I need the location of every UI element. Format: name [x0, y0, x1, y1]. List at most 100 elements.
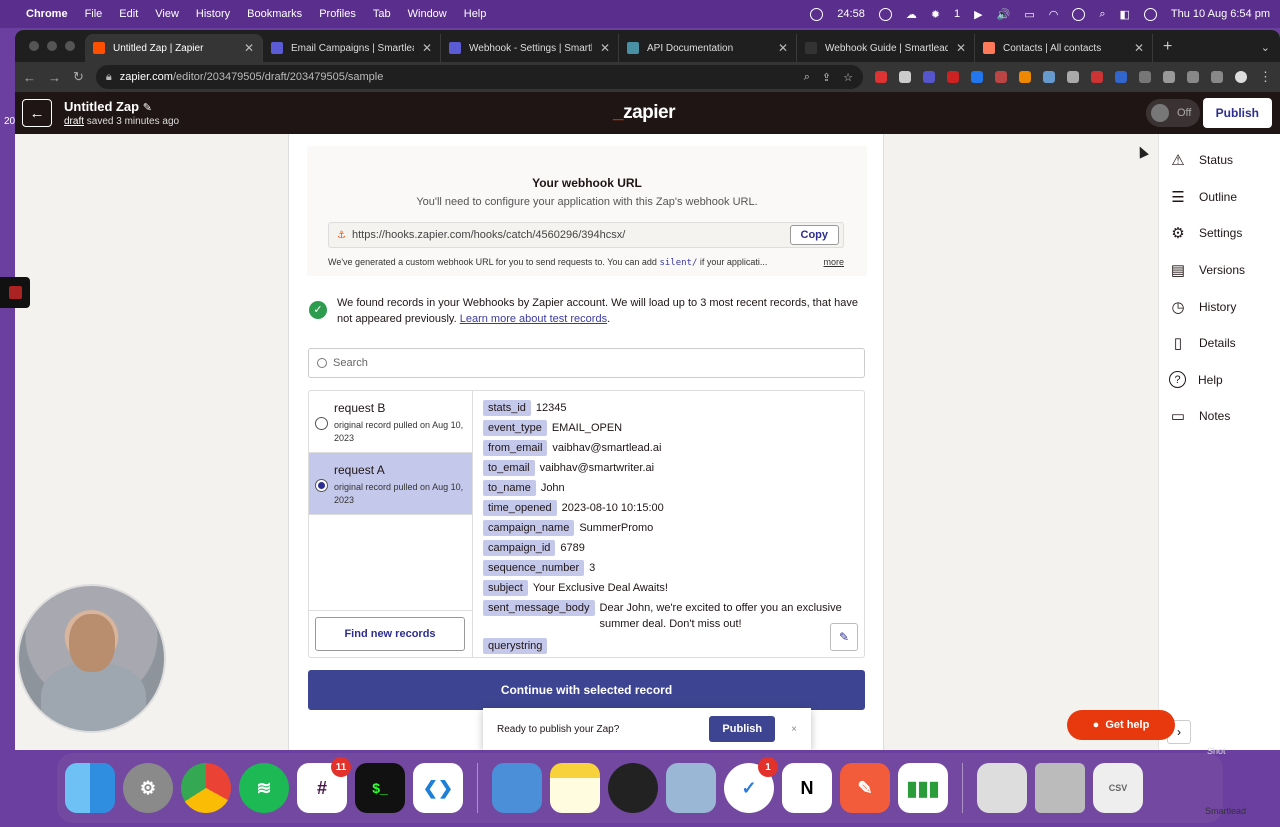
eyedropper-extension-icon[interactable] [899, 71, 911, 83]
edit-pencil-button[interactable]: ✎ [830, 623, 858, 651]
zoom-window-button[interactable] [65, 41, 75, 51]
zap-on-off-toggle[interactable]: Off [1146, 99, 1200, 127]
new-tab-button[interactable]: + [1153, 38, 1182, 62]
csv-file-icon[interactable]: CSV [1093, 763, 1143, 813]
close-tab-icon[interactable]: ✕ [422, 41, 432, 55]
sidebar-item-history[interactable]: ◷ History [1159, 288, 1280, 325]
vscode-icon[interactable]: ❮❯ [413, 763, 463, 813]
publish-button[interactable]: Publish [1202, 98, 1272, 128]
menu-history[interactable]: History [196, 8, 230, 20]
tasks-check-icon[interactable]: ✓ 1 [724, 757, 778, 813]
close-tab-icon[interactable]: ✕ [600, 41, 610, 55]
floating-record-widget[interactable] [0, 277, 30, 308]
field-key[interactable]: querystring [483, 638, 548, 654]
record-item-request-b[interactable]: request B original record pulled on Aug … [309, 391, 472, 453]
system-settings-icon[interactable]: ⚙ [123, 763, 173, 813]
share-icon[interactable]: ⇪ [822, 71, 831, 84]
webhook-url[interactable]: https://hooks.zapier.com/hooks/catch/456… [352, 229, 790, 241]
close-tab-icon[interactable]: ✕ [956, 41, 966, 55]
reading-list-icon[interactable] [1187, 71, 1199, 83]
forward-arrow-icon[interactable]: → [48, 70, 61, 85]
sidebar-item-status[interactable]: ⚠ Status [1159, 142, 1280, 179]
control-center-icon[interactable]: ◧ [1120, 8, 1130, 21]
field-key[interactable]: campaign_name [483, 520, 575, 536]
wifi-icon[interactable]: ◠ [1049, 8, 1059, 21]
extension-icon[interactable] [875, 71, 887, 83]
user-icon[interactable] [1072, 7, 1086, 21]
close-tab-icon[interactable]: ✕ [1134, 41, 1144, 55]
menu-view[interactable]: View [155, 8, 179, 20]
record-item-request-a[interactable]: request A original record pulled on Aug … [309, 453, 472, 515]
field-key[interactable]: from_email [483, 440, 548, 456]
field-key[interactable]: event_type [483, 420, 547, 436]
extension-icon[interactable] [1067, 71, 1079, 83]
sidebar-item-versions[interactable]: ▤ Versions [1159, 252, 1280, 289]
menu-bookmarks[interactable]: Bookmarks [247, 8, 302, 20]
back-button[interactable]: ← [22, 99, 52, 127]
close-window-button[interactable] [29, 41, 39, 51]
terminal-icon[interactable]: $_ [355, 763, 405, 813]
menu-tab[interactable]: Tab [373, 8, 391, 20]
extension-icon[interactable] [1139, 71, 1151, 83]
extension-icon[interactable] [1019, 71, 1031, 83]
chrome-icon[interactable] [181, 763, 231, 813]
extension-icon[interactable] [1115, 71, 1127, 83]
battery-icon[interactable]: ▭ [1024, 8, 1034, 21]
extension-icon[interactable] [995, 71, 1007, 83]
radio-button[interactable] [315, 417, 328, 430]
back-arrow-icon[interactable]: ← [23, 70, 36, 85]
sidebar-item-outline[interactable]: ☰ Outline [1159, 179, 1280, 216]
downloads-stack-icon[interactable] [977, 763, 1027, 813]
find-new-records-button[interactable]: Find new records [315, 617, 465, 651]
copy-button[interactable]: Copy [789, 225, 839, 245]
timer-text[interactable]: 24:58 [837, 8, 865, 20]
pen-tool-icon[interactable]: ✎ [840, 763, 890, 813]
numbers-chart-icon[interactable]: ▮▮▮ [898, 763, 948, 813]
brightness-icon[interactable]: ✹ [931, 8, 940, 21]
volume-icon[interactable]: 🔊 [997, 8, 1011, 21]
menu-file[interactable]: File [85, 8, 103, 20]
radio-button-selected[interactable] [315, 479, 328, 492]
more-menu-icon[interactable]: ⋮ [1259, 69, 1272, 85]
tab-search-chevron-icon[interactable]: ⌄ [1251, 41, 1280, 62]
notion-icon[interactable]: N [782, 763, 832, 813]
check-count[interactable]: 1 [954, 8, 960, 20]
sidebar-item-settings[interactable]: ⚙ Settings [1159, 215, 1280, 252]
trash-icon[interactable] [1035, 763, 1085, 813]
address-bar[interactable]: 🔒︎ zapier.com/editor/203479505/draft/203… [95, 65, 863, 89]
menu-help[interactable]: Help [464, 8, 487, 20]
toast-close-button[interactable]: × [791, 724, 797, 735]
field-key[interactable]: sent_message_body [483, 600, 595, 616]
field-key[interactable]: campaign_id [483, 540, 556, 556]
field-key[interactable]: subject [483, 580, 528, 596]
pencil-icon[interactable]: ✎ [143, 102, 152, 114]
reload-icon[interactable]: ↻ [73, 69, 84, 85]
records-search-input[interactable]: Search [308, 348, 865, 378]
preview-icon[interactable] [666, 763, 716, 813]
draft-link[interactable]: draft [64, 116, 84, 127]
learn-more-link[interactable]: Learn more about test records [460, 313, 607, 325]
notes-icon[interactable] [550, 763, 600, 813]
extension-icon[interactable] [947, 71, 959, 83]
finder-icon[interactable] [65, 763, 115, 813]
zap-title[interactable]: Untitled Zap [64, 99, 139, 114]
field-key[interactable]: time_opened [483, 500, 557, 516]
slack-icon[interactable]: #11 [297, 757, 351, 813]
extension-icon[interactable] [1043, 71, 1055, 83]
sidebar-item-help[interactable]: ? Help [1159, 362, 1280, 399]
sidebar-item-details[interactable]: ▯ Details [1159, 325, 1280, 362]
more-link[interactable]: more [823, 257, 844, 268]
alfred-icon[interactable] [608, 763, 658, 813]
tab-contacts[interactable]: Contacts | All contacts ✕ [975, 34, 1153, 62]
lock-icon[interactable]: 🔒︎ [106, 71, 112, 84]
menu-profiles[interactable]: Profiles [319, 8, 356, 20]
get-help-button[interactable]: ● Get help [1067, 710, 1175, 740]
cloud-icon[interactable]: ☁ [906, 8, 917, 21]
clock-datetime[interactable]: Thu 10 Aug 6:54 pm [1171, 8, 1270, 20]
tab-webhook-guide[interactable]: Webhook Guide | Smartlead He ✕ [797, 34, 975, 62]
toast-publish-button[interactable]: Publish [709, 716, 776, 742]
minimize-window-button[interactable] [47, 41, 57, 51]
play-icon[interactable]: ▶ [974, 8, 982, 21]
spotlight-icon[interactable]: ⌕ [1099, 8, 1105, 21]
siri-icon[interactable] [1143, 7, 1157, 21]
